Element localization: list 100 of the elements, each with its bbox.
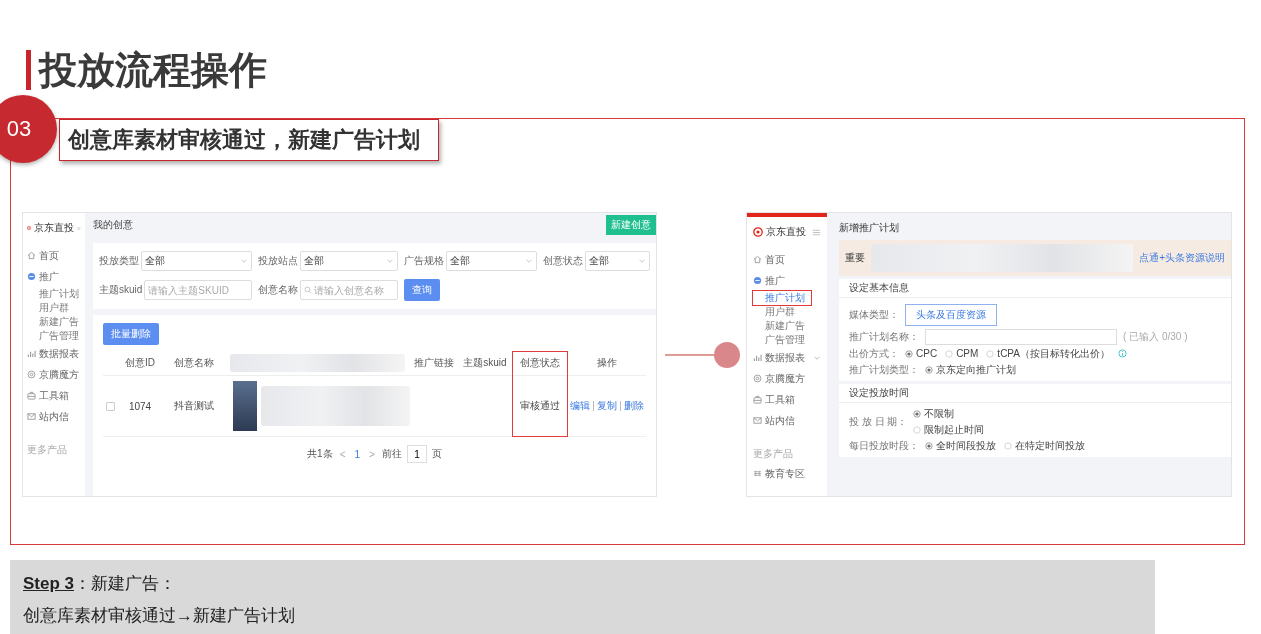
submenu-item[interactable]: 用户群 (27, 301, 69, 315)
sidebar-item[interactable]: 站内信 (753, 410, 821, 431)
sidebar-item[interactable]: 数据报表 (753, 347, 821, 368)
sidebar-item[interactable]: 工具箱 (753, 389, 821, 410)
page-title: 我的创意 (93, 218, 133, 232)
brand-name: 京东直投 (766, 225, 806, 239)
notice-link[interactable]: 点通+头条资源说明 (1139, 251, 1225, 265)
circle-icon (27, 272, 36, 281)
help-icon[interactable] (1117, 349, 1127, 358)
radio-on-icon[interactable] (905, 349, 913, 358)
sidebar-item[interactable]: 首页 (27, 245, 81, 266)
radio-off-icon[interactable] (945, 349, 954, 358)
radio-off-icon[interactable] (1004, 441, 1012, 450)
submenu-item[interactable]: 推广计划 (27, 287, 79, 301)
menu-icon[interactable] (812, 227, 821, 237)
radio-label[interactable]: CPC (916, 348, 938, 359)
column-header: 推广链接 (414, 356, 454, 370)
ring-icon (27, 370, 36, 379)
status-text: 审核通过 (520, 399, 560, 413)
page-number[interactable]: 1 (352, 448, 363, 460)
section-label: 更多产品 (753, 447, 794, 461)
submenu-item[interactable]: 用户群 (753, 305, 795, 319)
column-header: 主题skuid (463, 356, 507, 370)
field-label: 推广计划名称： (849, 330, 919, 344)
radio-label[interactable]: CPM (956, 348, 979, 359)
sidebar-item[interactable]: 推广 (753, 270, 821, 291)
logo-icon (753, 227, 763, 237)
photo-placeholder (233, 381, 257, 431)
sidebar-item[interactable]: 京腾魔方 (753, 368, 821, 389)
table-cell: 抖音测试 (174, 399, 214, 413)
sidebar-item[interactable]: 工具箱 (27, 385, 81, 406)
radio-label[interactable]: 全时间段投放 (936, 438, 996, 453)
input-field[interactable] (925, 329, 1117, 345)
row-checkbox[interactable] (105, 401, 115, 411)
select-field[interactable]: 全部 (446, 251, 538, 271)
sidebar-item[interactable]: 教育专区 (753, 463, 821, 484)
submenu-item[interactable]: 广告管理 (753, 333, 805, 347)
column-header: 创意状态 (520, 356, 560, 370)
radio-on-icon[interactable] (925, 365, 933, 374)
home-icon (27, 251, 36, 260)
radio-label[interactable]: 不限制 (924, 407, 955, 421)
radio-on-icon[interactable] (925, 441, 933, 450)
option-button[interactable]: 头条及百度资源 (905, 304, 997, 326)
step-title: 创意库素材审核通过，新建广告计划 (59, 119, 439, 161)
circle-icon (753, 276, 762, 285)
mail-icon (27, 412, 36, 421)
sidebar-item[interactable]: 京腾魔方 (27, 364, 81, 385)
radio-label[interactable]: 京东定向推广计划 (936, 362, 1016, 377)
logo-icon (27, 223, 32, 233)
character-counter: ( 已输入 0/30 ) (1123, 330, 1188, 344)
field-label: 媒体类型： (849, 308, 899, 322)
filter-label: 主题skuid (99, 283, 143, 297)
submenu-item[interactable]: 广告管理 (27, 329, 79, 343)
grid-icon (753, 469, 762, 478)
select-field[interactable]: 全部 (141, 251, 253, 271)
radio-label[interactable]: 限制起止时间 (924, 423, 985, 437)
page-input[interactable]: 1 (406, 445, 427, 463)
column-header: 操作 (597, 356, 617, 370)
search-icon (304, 286, 313, 294)
page-title: 新增推广计划 (839, 221, 900, 235)
radio-label[interactable]: tCPA（按目标转化出价） (997, 346, 1110, 361)
column-header: 创意ID (125, 356, 155, 370)
table-cell: 1074 (128, 400, 152, 412)
sidebar-item[interactable]: 站内信 (27, 406, 81, 427)
mail-icon (753, 416, 762, 425)
section-label: 更多产品 (27, 443, 68, 457)
radio-label[interactable]: 在特定时间投放 (1015, 438, 1085, 453)
field-label: 推广计划类型： (849, 362, 919, 377)
sidebar-item[interactable]: 数据报表 (27, 343, 81, 364)
slide-title: 投放流程操作 (39, 47, 267, 93)
section-title: 设定投放时间 (839, 384, 1231, 403)
filter-label: 创意状态 (543, 254, 584, 268)
submenu-item[interactable]: 新建广告 (27, 315, 79, 329)
goto-label: 前往 (381, 447, 402, 461)
bar-chart-icon (27, 349, 36, 358)
sidebar-item[interactable]: 推广 (27, 266, 81, 287)
select-field[interactable]: 全部 (585, 251, 650, 271)
submenu-item[interactable]: 推广计划 (753, 291, 811, 305)
accent-bar (26, 50, 31, 90)
filter-label: 投放类型 (99, 254, 139, 268)
ring-icon (753, 374, 762, 383)
brand-name: 京东直投 (34, 221, 75, 235)
action-link[interactable]: 删除 (620, 401, 647, 411)
field-label: 出价方式： (849, 346, 899, 361)
select-field[interactable]: 全部 (300, 251, 399, 271)
input-field[interactable]: 请输入主题SKUID (144, 280, 253, 300)
search-field[interactable]: 请输入创意名称 (300, 280, 399, 300)
action-link[interactable]: 复制 (593, 401, 620, 411)
notice-title: 重要 (845, 251, 865, 265)
filter-label: 创意名称 (258, 283, 299, 297)
action-link[interactable]: 编辑 (567, 401, 593, 411)
toolbox-icon (753, 395, 762, 404)
radio-off-icon[interactable] (986, 349, 995, 358)
filter-label: 广告规格 (404, 254, 445, 268)
bar-chart-icon (753, 353, 762, 362)
radio-off-icon[interactable] (913, 426, 922, 434)
sidebar-item[interactable]: 首页 (753, 249, 821, 270)
home-icon (753, 255, 762, 264)
submenu-item[interactable]: 新建广告 (753, 319, 805, 333)
radio-on-icon[interactable] (913, 410, 922, 418)
